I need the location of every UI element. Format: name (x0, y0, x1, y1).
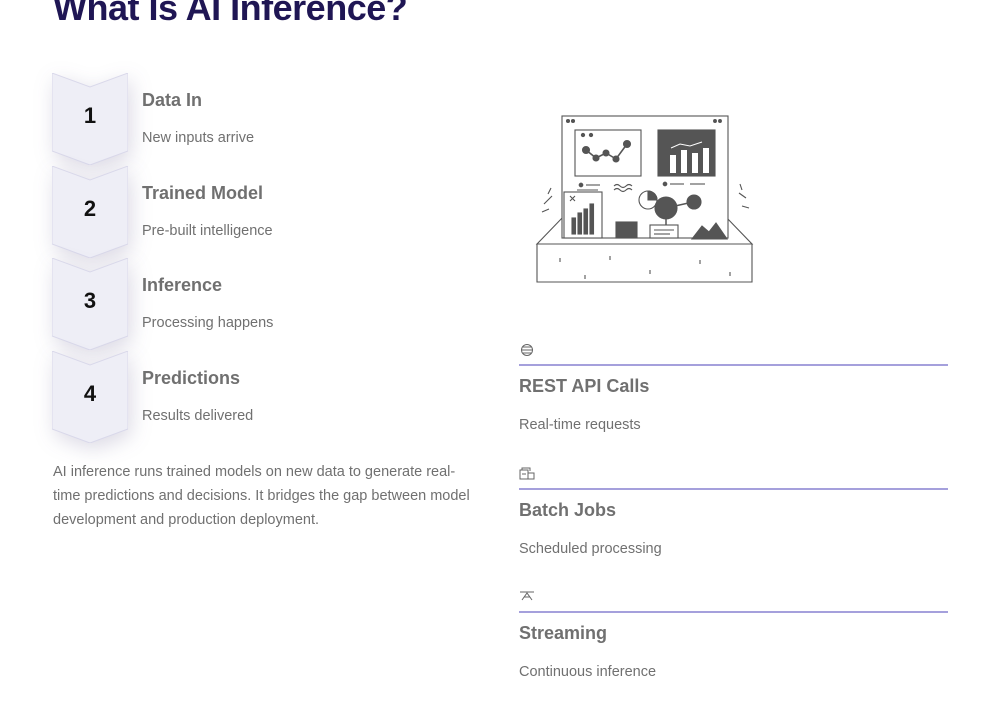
method-subtitle: Real-time requests (519, 417, 641, 433)
method-item: Batch Jobs Scheduled processing (519, 465, 949, 589)
method-title: REST API Calls (519, 376, 650, 396)
step-number: 2 (83, 195, 97, 221)
method-item: Streaming Continuous inference (519, 588, 949, 712)
step-title: Trained Model (142, 182, 264, 203)
step-title: Predictions (142, 367, 241, 388)
step-number: 4 (83, 380, 97, 406)
method-item: REST API Calls Real-time requests (519, 341, 949, 465)
method-divider (519, 487, 948, 490)
step-subtitle: Pre-built intelligence (142, 222, 273, 239)
step-subtitle: New inputs arrive (142, 130, 255, 146)
steps-list: 1 Data In New inputs arrive 2 Trained Mo… (52, 73, 472, 443)
deployment-methods-list: REST API Calls Real-time requests Batch … (519, 341, 949, 712)
step-number: 3 (83, 288, 97, 313)
step-title: Inference (142, 275, 223, 295)
step-item: 2 Trained Model Pre-built intelligence (52, 165, 472, 259)
method-subtitle: Continuous inference (519, 664, 657, 680)
dashboard-illustration (530, 110, 760, 290)
step-item: 4 Predictions Results delivered (52, 350, 472, 444)
step-title: Data In (142, 90, 203, 110)
method-subtitle: Scheduled processing (519, 540, 662, 557)
step-subtitle: Processing happens (142, 315, 274, 331)
batch-stack-icon (519, 465, 535, 481)
stream-icon (519, 588, 535, 604)
step-number: 1 (83, 103, 97, 128)
method-divider (519, 611, 948, 613)
method-title: Streaming (519, 623, 608, 643)
method-divider (519, 364, 948, 366)
page-title: What Is AI Inference? (53, 0, 408, 28)
method-title: Batch Jobs (519, 499, 617, 520)
step-subtitle: Results delivered (142, 407, 254, 424)
step-item: 1 Data In New inputs arrive (52, 73, 472, 166)
step-item: 3 Inference Processing happens (52, 258, 472, 351)
description-paragraph: AI inference runs trained models on new … (53, 464, 470, 528)
globe-icon (519, 341, 535, 357)
